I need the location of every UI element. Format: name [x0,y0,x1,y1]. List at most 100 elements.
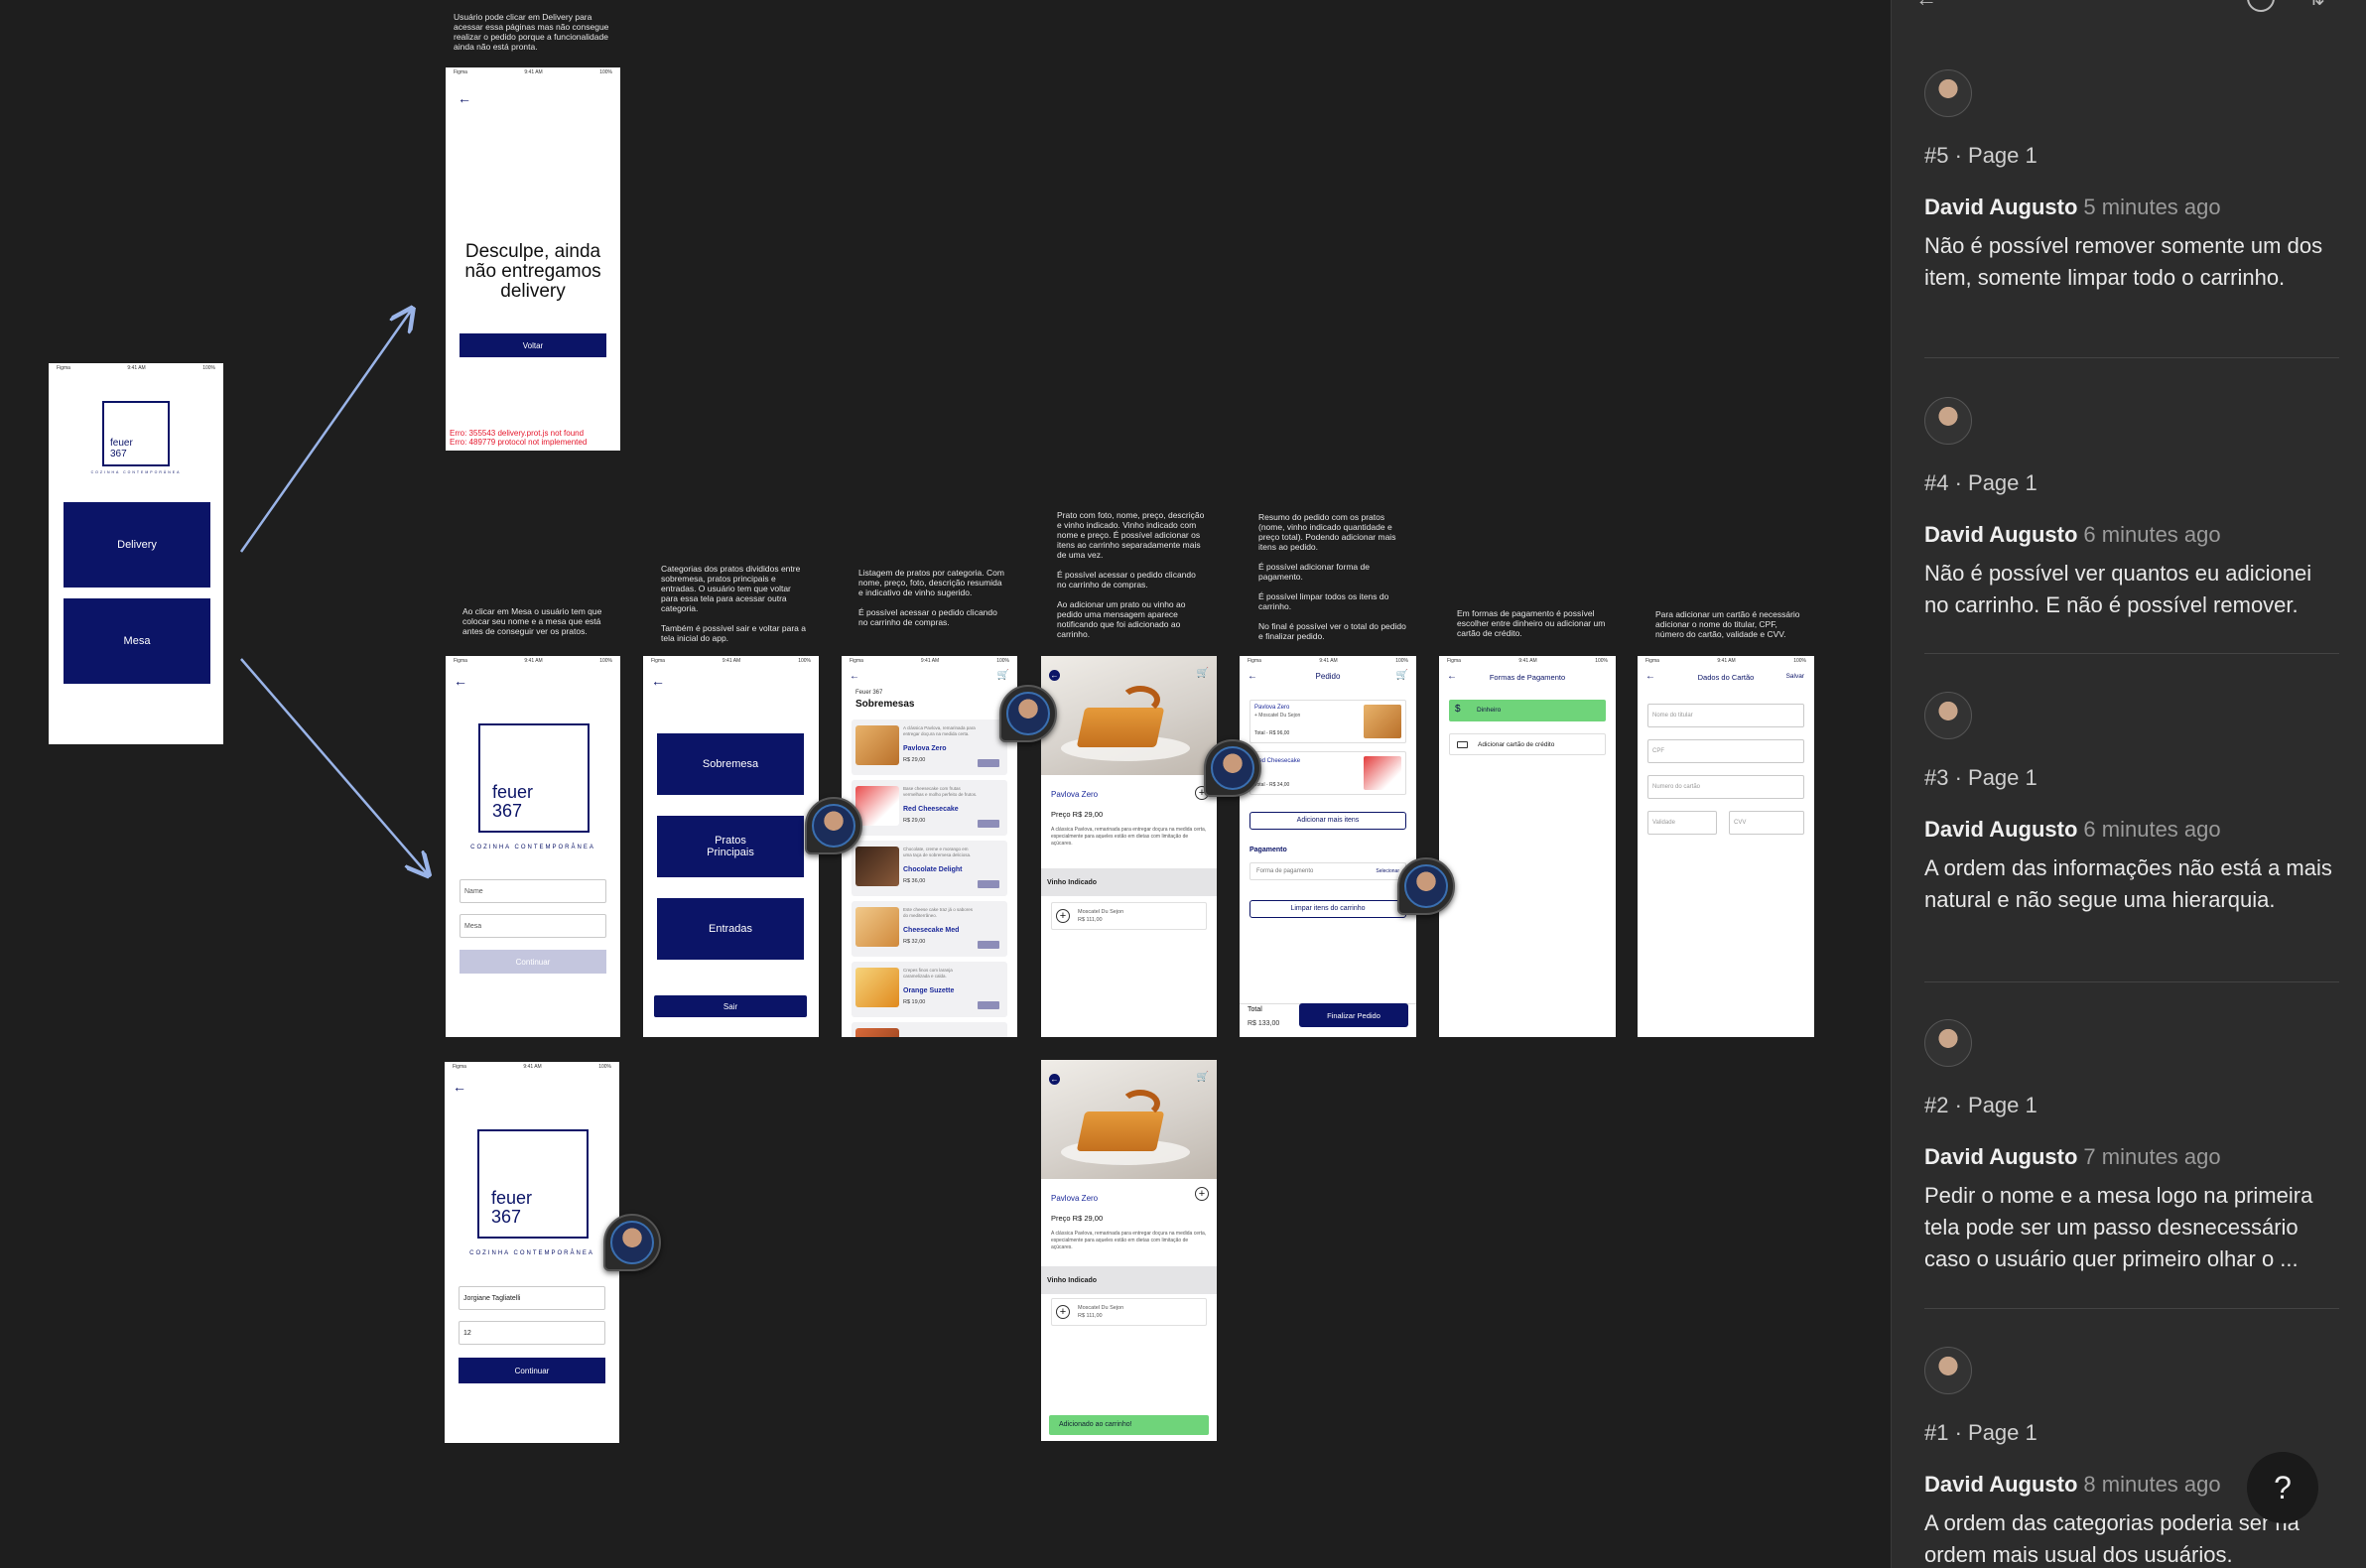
continuar-button[interactable]: Continuar [459,1358,605,1383]
sair-button[interactable]: Sair [654,995,807,1017]
order-item-sub: + Moscatel Du Sejon [1254,713,1301,719]
add-wine-icon[interactable]: + [1056,1305,1070,1319]
cash-option[interactable]: $ Dinheiro [1449,700,1606,721]
note-categorias: Categorias dos pratos divididos entre so… [661,564,806,643]
avatar [1924,692,1972,739]
resolve-filter-icon[interactable] [2247,0,2275,12]
order-item-1[interactable]: Pavlova Zero + Moscatel Du Sejon Total -… [1249,700,1406,743]
comment-page: #4 · Page 1 [1924,470,2037,495]
order-item-photo [1364,756,1401,790]
delivery-message: Desculpe, ainda não entregamos delivery [464,241,601,302]
list-item[interactable] [852,1022,1007,1037]
continuar-button-disabled[interactable]: Continuar [460,950,606,974]
add-wine-icon[interactable]: + [1056,909,1070,923]
order-item-2[interactable]: Red Cheesecake Total - R$ 34,00 [1249,751,1406,795]
avatar [1924,1347,1972,1394]
back-arrow-icon[interactable]: ← [651,674,665,688]
cart-icon[interactable]: 🛒 [997,670,1009,681]
list-item[interactable]: Crepes finos com laranja caramelizada e … [852,962,1007,1017]
screen-splash[interactable]: Figma 9:41 AM 100% feuer 367 COZINHA CONTEM… [49,363,223,744]
finish-order-button[interactable]: Finalizar Pedido [1299,1003,1408,1027]
list-item[interactable]: Base cheesecake com frutas vermelhas e m… [852,780,1007,836]
status-bar: Figma 9:41 AM 100% [1447,658,1608,664]
card-number-field[interactable]: Numero do cartão [1647,775,1804,799]
cart-icon[interactable]: 🛒 [1197,1072,1209,1083]
wine-card[interactable]: + Moscatel Du Sejon R$ 111,00 [1051,902,1207,930]
list-item[interactable]: Chocolate, creme e morango em uma taça d… [852,841,1007,896]
comment-pin-5[interactable] [999,685,1057,742]
screen-order[interactable]: Figma 9:41 AM 100% ← Pedido 🛒 Pavlova Zero… [1240,656,1416,1037]
clear-cart-button[interactable]: Limpar itens do carrinho [1249,900,1406,918]
status-bar: Figma 9:41 AM 100% [57,365,215,371]
back-circle-icon[interactable]: ← [1049,1074,1060,1085]
back-arrow-icon[interactable]: ← [458,91,471,105]
credit-card-icon [1457,741,1468,748]
cart-icon[interactable]: 🛒 [1197,668,1209,679]
screen-card-data[interactable]: Figma 9:41 AM 100% ← Dados do Cartão Salva… [1638,656,1814,1037]
back-arrow-icon[interactable]: ← [850,670,859,684]
category-entradas[interactable]: Entradas [657,898,804,960]
filter-icon[interactable]: ⇅ [2308,0,2325,11]
screen-login-filled[interactable]: Figma 9:41 AM 100% ← feuer 367 COZINHA CONT… [445,1062,619,1443]
back-circle-icon[interactable]: ← [1049,670,1060,681]
wine-card[interactable]: + Moscatel Du Sejon R$ 111,00 [1051,1298,1207,1326]
payment-title: Formas de Pagamento [1489,673,1566,682]
comment-5[interactable]: #5 · Page 1 David Augusto 5 minutes ago N… [1924,69,2339,294]
order-item-name: Pavlova Zero [1254,705,1290,711]
comments-panel[interactable]: ← ⇅ #5 · Page 1 David Augusto5 minutes a… [1891,0,2366,1568]
wine-name: Moscatel Du Sejon [1078,909,1124,915]
status-bar: Figma 9:41 AM 100% [454,658,612,664]
name-field[interactable]: Jorgiane Tagliatelli [459,1286,605,1310]
screen-dish-added[interactable]: ← 🛒 Pavlova Zero + Preço R$ 29,00 A clás… [1041,1060,1217,1441]
comment-pin-4[interactable] [1204,739,1261,797]
name-field[interactable]: Name [460,879,606,903]
total-label: Total [1248,1006,1262,1013]
dish-description: A clássica Pavlova, remarinada para entr… [1051,827,1207,847]
comment-author: David Augusto 6 minutes ago [1924,522,2221,547]
comment-2[interactable]: #2 · Page 1 David Augusto 7 minutes ago P… [1924,1019,2339,1275]
cpf-field[interactable]: CPF [1647,739,1804,763]
screen-payment[interactable]: Figma 9:41 AM 100% ← Formas de Pagamento $… [1439,656,1616,1037]
screen-delivery[interactable]: Figma 9:41 AM 100% ← Desculpe, ainda não e… [446,67,620,451]
category-sobremesa[interactable]: Sobremesa [657,733,804,795]
comment-pin-1[interactable] [603,1214,661,1271]
help-button[interactable]: ? [2247,1452,2318,1523]
comment-3[interactable]: #3 · Page 1 David Augusto 6 minutes ago A… [1924,692,2339,916]
dish-photo [1041,656,1217,775]
validity-field[interactable]: Validade [1647,811,1717,835]
wine-header: Vinho Indicado [1047,1277,1098,1284]
screen-categories[interactable]: Figma 9:41 AM 100% ← Sobremesa Pratos Prin… [643,656,819,1037]
mesa-button[interactable]: Mesa [64,598,210,684]
screen-dish-list[interactable]: Figma 9:41 AM 100% ← 🛒 Feuer 367 Sobremesa… [842,656,1017,1037]
delivery-button[interactable]: Delivery [64,502,210,588]
cvv-field[interactable]: CVV [1729,811,1804,835]
comment-pin-3[interactable] [805,797,862,854]
cart-icon[interactable]: 🛒 [1396,670,1408,681]
screen-login[interactable]: Figma 9:41 AM 100% ← feuer 367 COZINHA CONT… [446,656,620,1037]
category-pratos-principais[interactable]: Pratos Principais [657,816,804,877]
add-card-option[interactable]: Adicionar cartão de crédito [1449,733,1606,755]
logo-subtitle: COZINHA CONTEMPORÂNEA [469,1250,594,1256]
save-button[interactable]: Salvar [1786,673,1804,680]
wine-header: Vinho Indicado [1047,879,1098,886]
comment-4[interactable]: #4 · Page 1 David Augusto 6 minutes ago N… [1924,397,2339,621]
screen-dish-detail[interactable]: ← 🛒 Pavlova Zero + Preço R$ 29,00 A clás… [1041,656,1217,1037]
dish-name: Pavlova Zero [1051,790,1099,799]
back-arrow-icon[interactable]: ← [454,674,467,688]
comment-pin-2[interactable] [1397,857,1455,915]
comment-body: Não é possível ver quantos eu adicionei … [1924,561,2312,617]
add-more-button[interactable]: Adicionar mais itens [1249,812,1406,830]
panel-back-icon[interactable]: ← [1915,0,1937,12]
payment-select[interactable]: Forma de pagamento Selecionar [1249,862,1406,880]
holder-field[interactable]: Nome do titular [1647,704,1804,727]
table-field[interactable]: Mesa [460,914,606,938]
comment-divider [1924,1308,2339,1309]
design-canvas[interactable]: Usuário pode clicar em Delivery para ace… [0,0,1891,1568]
voltar-button[interactable]: Voltar [460,333,606,357]
list-item[interactable]: Este cheese cake traz já o sabores do me… [852,901,1007,957]
add-dish-icon[interactable]: + [1195,1187,1209,1201]
back-arrow-icon[interactable]: ← [453,1080,466,1094]
list-item[interactable]: A clássica Pavlova, remarinada para entr… [852,719,1007,775]
status-bar: Figma 9:41 AM 100% [1645,658,1806,664]
table-field[interactable]: 12 [459,1321,605,1345]
